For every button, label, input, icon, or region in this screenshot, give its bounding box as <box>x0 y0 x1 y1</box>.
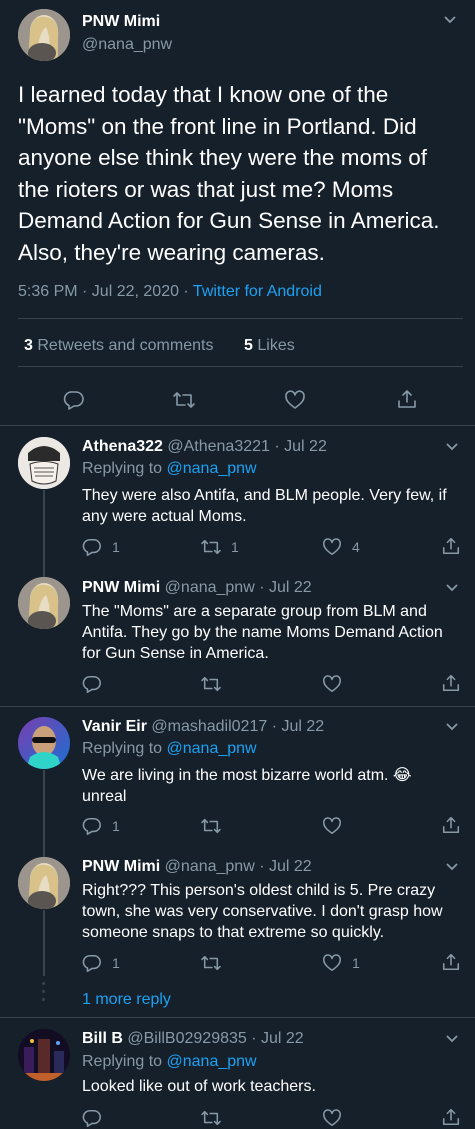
reply-text: We are living in the most bizarre world … <box>82 767 412 805</box>
reply-author-name[interactable]: Bill B <box>82 1030 123 1047</box>
tweet-timestamp: 5:36 PM · Jul 22, 2020 · Twitter for And… <box>18 283 322 301</box>
like-icon[interactable] <box>284 389 306 411</box>
like-icon[interactable] <box>322 674 342 694</box>
retweets-stat[interactable]: 3 Retweets and comments <box>24 337 213 355</box>
reply-meta[interactable]: @nana_pnw · Jul 22 <box>165 579 312 596</box>
replying-label: Replying to <box>82 740 163 757</box>
reply-icon[interactable] <box>82 1108 102 1128</box>
retweet-icon[interactable] <box>200 817 222 835</box>
chevron-down-icon[interactable] <box>446 584 458 592</box>
chevron-down-icon[interactable] <box>446 863 458 871</box>
divider <box>0 425 475 426</box>
retweets-label: Retweets and comments <box>37 337 214 354</box>
reply-count: 1 <box>112 539 120 555</box>
reply-icon[interactable] <box>82 674 102 694</box>
retweet-count: 1 <box>231 539 239 555</box>
reply-header: Athena322 @Athena3221 · Jul 22 <box>82 438 327 456</box>
retweet-icon[interactable] <box>200 675 222 693</box>
avatar[interactable] <box>18 1029 70 1081</box>
like-icon[interactable] <box>322 816 342 836</box>
chevron-down-icon[interactable] <box>444 16 456 24</box>
retweets-count: 3 <box>24 337 33 354</box>
share-icon[interactable] <box>441 536 461 556</box>
reply-meta[interactable]: @BillB02929835 · Jul 22 <box>127 1030 303 1047</box>
reply-text: Looked like out of work teachers. <box>82 1078 316 1095</box>
replying-handle-link[interactable]: @nana_pnw <box>167 460 257 477</box>
thread-line <box>43 910 45 976</box>
author-handle[interactable]: @nana_pnw <box>82 36 172 54</box>
likes-count: 5 <box>244 337 253 354</box>
retweet-icon[interactable] <box>200 538 222 556</box>
replying-to: Replying to @nana_pnw <box>82 740 257 758</box>
avatar[interactable] <box>18 717 70 769</box>
replying-to: Replying to @nana_pnw <box>82 1053 257 1071</box>
retweet-icon[interactable] <box>172 390 196 410</box>
reply-icon[interactable] <box>82 816 102 836</box>
tweet-text: I learned today that I know one of the "… <box>18 82 440 265</box>
replying-label: Replying to <box>82 460 163 477</box>
like-icon[interactable] <box>322 537 342 557</box>
reply-text: Right??? This person's oldest child is 5… <box>82 882 443 941</box>
divider <box>0 1017 475 1018</box>
reply-icon[interactable] <box>63 389 85 411</box>
avatar[interactable] <box>18 857 70 909</box>
like-icon[interactable] <box>322 1108 342 1128</box>
reply-meta[interactable]: @nana_pnw · Jul 22 <box>165 858 312 875</box>
replying-label: Replying to <box>82 1053 163 1070</box>
avatar[interactable] <box>18 437 70 489</box>
like-count: 4 <box>352 539 360 555</box>
show-more-replies-link[interactable]: 1 more reply <box>82 991 171 1009</box>
retweet-icon[interactable] <box>200 954 222 972</box>
reply-icon[interactable] <box>82 537 102 557</box>
divider <box>0 706 475 707</box>
reply-author-name[interactable]: PNW Mimi <box>82 858 160 875</box>
thread-line <box>43 770 45 857</box>
like-count: 1 <box>352 955 360 971</box>
reply-header: Bill B @BillB02929835 · Jul 22 <box>82 1030 304 1048</box>
reply-count: 1 <box>112 955 120 971</box>
replying-to: Replying to @nana_pnw <box>82 460 257 478</box>
reply-header: PNW Mimi @nana_pnw · Jul 22 <box>82 579 312 597</box>
reply-meta[interactable]: @mashadil0217 · Jul 22 <box>151 718 324 735</box>
likes-label: Likes <box>257 337 295 354</box>
divider <box>18 366 463 367</box>
reply-text: The "Moms" are a separate group from BLM… <box>82 603 443 662</box>
timestamp-text: 5:36 PM · Jul 22, 2020 · <box>18 283 189 300</box>
avatar[interactable] <box>18 577 70 629</box>
reply-text: They were also Antifa, and BLM people. V… <box>82 487 447 525</box>
chevron-down-icon[interactable] <box>446 723 458 731</box>
reply-author-name[interactable]: PNW Mimi <box>82 579 160 596</box>
reply-count: 1 <box>112 818 120 834</box>
thread-line <box>43 490 45 577</box>
reply-header: Vanir Eir @mashadil0217 · Jul 22 <box>82 718 324 736</box>
share-icon[interactable] <box>441 815 461 835</box>
reply-meta[interactable]: @Athena3221 · Jul 22 <box>167 438 326 455</box>
reply-author-name[interactable]: Athena322 <box>82 438 163 455</box>
replying-handle-link[interactable]: @nana_pnw <box>167 1053 257 1070</box>
author-name[interactable]: PNW Mimi <box>82 13 160 31</box>
reply-author-name[interactable]: Vanir Eir <box>82 718 147 735</box>
reply-header: PNW Mimi @nana_pnw · Jul 22 <box>82 858 312 876</box>
divider <box>18 318 463 319</box>
avatar[interactable] <box>18 9 70 61</box>
share-icon[interactable] <box>441 1107 461 1127</box>
chevron-down-icon[interactable] <box>446 443 458 451</box>
share-icon[interactable] <box>441 673 461 693</box>
like-icon[interactable] <box>322 953 342 973</box>
likes-stat[interactable]: 5 Likes <box>244 337 295 355</box>
chevron-down-icon[interactable] <box>446 1035 458 1043</box>
reply-icon[interactable] <box>82 953 102 973</box>
replying-handle-link[interactable]: @nana_pnw <box>167 740 257 757</box>
tweet-source-link[interactable]: Twitter for Android <box>193 283 322 300</box>
thread-dots <box>42 982 46 1001</box>
retweet-icon[interactable] <box>200 1109 222 1127</box>
share-icon[interactable] <box>441 952 461 972</box>
share-icon[interactable] <box>396 388 418 410</box>
